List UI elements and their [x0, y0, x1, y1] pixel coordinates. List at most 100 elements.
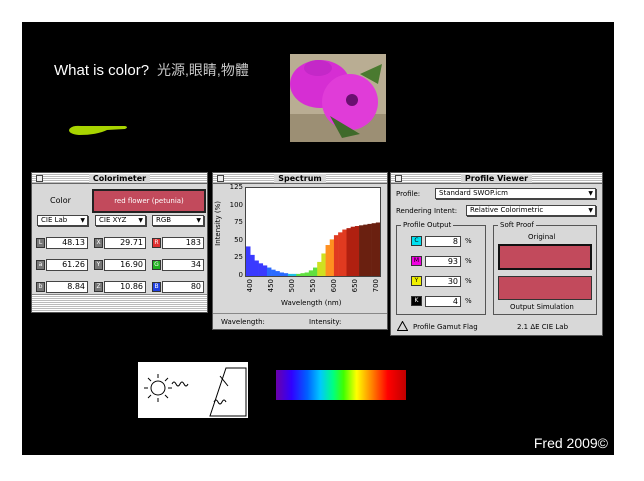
- x-tick-label: 600: [329, 279, 338, 293]
- colorimeter-titlebar[interactable]: Colorimeter: [32, 173, 207, 184]
- spectrum-bar: [346, 228, 351, 276]
- colorimeter-title: Colorimeter: [88, 174, 151, 183]
- a-chip: a: [36, 260, 45, 270]
- b-lab-chip: b: [36, 282, 45, 292]
- slide-stage: What is color? 光源,眼睛,物體 Colorimeter Color…: [22, 22, 614, 455]
- spectrum-bar: [308, 270, 314, 276]
- lab-menu[interactable]: CIE Lab: [37, 215, 88, 226]
- b-rgb-chip: B: [152, 282, 161, 292]
- light-diagram: [138, 362, 248, 418]
- rgb-menu[interactable]: RGB: [152, 215, 204, 226]
- spectrum-bar: [292, 273, 297, 276]
- value-row: b 8.84 Z 10.86 B 80: [36, 281, 208, 294]
- magenta-value[interactable]: 93: [425, 256, 461, 267]
- spectrum-bar: [367, 223, 372, 276]
- profile-select[interactable]: Standard SWOP.icm: [435, 188, 596, 199]
- spectrum-plot[interactable]: [245, 187, 381, 277]
- profile-titlebar[interactable]: Profile Viewer: [391, 173, 602, 184]
- window-resize-bar: [32, 294, 207, 312]
- spectrum-bar: [279, 272, 284, 276]
- pct-label: %: [465, 297, 472, 305]
- colorimeter-window: Colorimeter Color red flower (petunia) C…: [31, 172, 208, 313]
- intensity-readout: Intensity:: [309, 318, 342, 326]
- original-proof-swatch: [498, 244, 592, 270]
- x-tick-label: 500: [288, 279, 297, 293]
- z-value[interactable]: 10.86: [104, 281, 146, 293]
- profile-output-group: Profile Output C 8 % M 93 % Y 30 % K 4 %: [396, 221, 486, 315]
- green-brush-stroke: [67, 122, 129, 141]
- close-box-icon[interactable]: [395, 175, 402, 182]
- close-box-icon[interactable]: [36, 175, 43, 182]
- spectrum-bar: [317, 261, 322, 276]
- xyz-menu[interactable]: CIE XYZ: [95, 215, 146, 226]
- black-value[interactable]: 4: [425, 296, 461, 307]
- spectrum-bar: [359, 225, 364, 276]
- title-text: What is color?: [54, 62, 150, 79]
- y-tick-label: 75: [234, 218, 243, 227]
- yellow-value[interactable]: 30: [425, 276, 461, 287]
- r-value[interactable]: 183: [162, 237, 204, 249]
- spectrum-bar: [275, 271, 280, 276]
- gamut-warning-icon[interactable]: [396, 320, 409, 333]
- x-chip: X: [94, 238, 103, 248]
- spectrum-title: Spectrum: [274, 174, 326, 183]
- y-tick-label: 50: [234, 235, 243, 244]
- spectrum-bar: [321, 253, 326, 276]
- spectrum-bar: [333, 235, 339, 276]
- spectrum-bar: [304, 272, 310, 276]
- profile-viewer-window: Profile Viewer Profile: Standard SWOP.ic…: [390, 172, 603, 336]
- wavelength-readout: Wavelength:: [221, 318, 265, 326]
- rendering-intent-select[interactable]: Relative Colorimetric: [466, 205, 596, 216]
- l-chip: L: [36, 238, 45, 248]
- x-axis-label: Wavelength (nm): [281, 299, 342, 307]
- close-box-icon[interactable]: [217, 175, 224, 182]
- y-tick-label: 125: [229, 183, 243, 191]
- spectrum-bar: [266, 267, 272, 276]
- spectrum-bar: [325, 245, 331, 276]
- pct-label: %: [465, 257, 472, 265]
- spectrum-bar: [254, 260, 259, 276]
- output-simulation-label: Output Simulation: [510, 303, 574, 311]
- spectrum-bar: [300, 273, 305, 276]
- spectrum-bar: [250, 254, 255, 276]
- credit-text: Fred 2009©: [533, 435, 608, 451]
- pct-label: %: [465, 237, 472, 245]
- x-tick-label: 400: [246, 279, 255, 293]
- spectrum-bar: [350, 226, 356, 276]
- cyan-value[interactable]: 8: [425, 236, 461, 247]
- x-value[interactable]: 29.71: [104, 237, 146, 249]
- l-value[interactable]: 48.13: [46, 237, 88, 249]
- spectrum-bar: [342, 229, 347, 276]
- value-row: a 61.26 Y 16.90 G 34: [36, 259, 208, 272]
- y-value[interactable]: 16.90: [104, 259, 146, 271]
- a-value[interactable]: 61.26: [46, 259, 88, 271]
- color-swatch[interactable]: red flower (petunia): [92, 189, 206, 213]
- slide-title: What is color? 光源,眼睛,物體: [54, 60, 249, 80]
- soft-proof-group: Soft Proof Original Output Simulation: [493, 221, 597, 315]
- spectrum-bar: [375, 222, 381, 276]
- y-tick-label: 100: [229, 200, 243, 209]
- spectrum-bar: [329, 239, 335, 276]
- color-label: Color: [50, 196, 71, 205]
- yellow-chip: Y: [411, 276, 422, 286]
- visible-spectrum-band: [276, 370, 406, 400]
- original-label: Original: [528, 233, 556, 241]
- spectrum-bar: [246, 246, 251, 276]
- spectrum-bar: [363, 224, 368, 276]
- g-value[interactable]: 34: [162, 259, 204, 271]
- spectrum-bar: [371, 223, 377, 276]
- value-row: L 48.13 X 29.71 R 183: [36, 237, 208, 250]
- flower-photo: [290, 54, 386, 142]
- spectrum-bar: [287, 273, 293, 276]
- b-lab-value[interactable]: 8.84: [46, 281, 88, 293]
- spectrum-footer: Wavelength: Intensity:: [213, 313, 387, 330]
- y-tick-label: 25: [234, 253, 243, 262]
- simulation-proof-swatch: [498, 276, 592, 300]
- gamut-flag-label: Profile Gamut Flag: [413, 323, 478, 331]
- title-chinese: 光源,眼睛,物體: [157, 62, 249, 78]
- profile-output-title: Profile Output: [401, 221, 454, 229]
- y-axis-label: Intensity (%): [214, 201, 222, 246]
- b-rgb-value[interactable]: 80: [162, 281, 204, 293]
- z-chip: Z: [94, 282, 103, 292]
- profile-title: Profile Viewer: [460, 174, 533, 183]
